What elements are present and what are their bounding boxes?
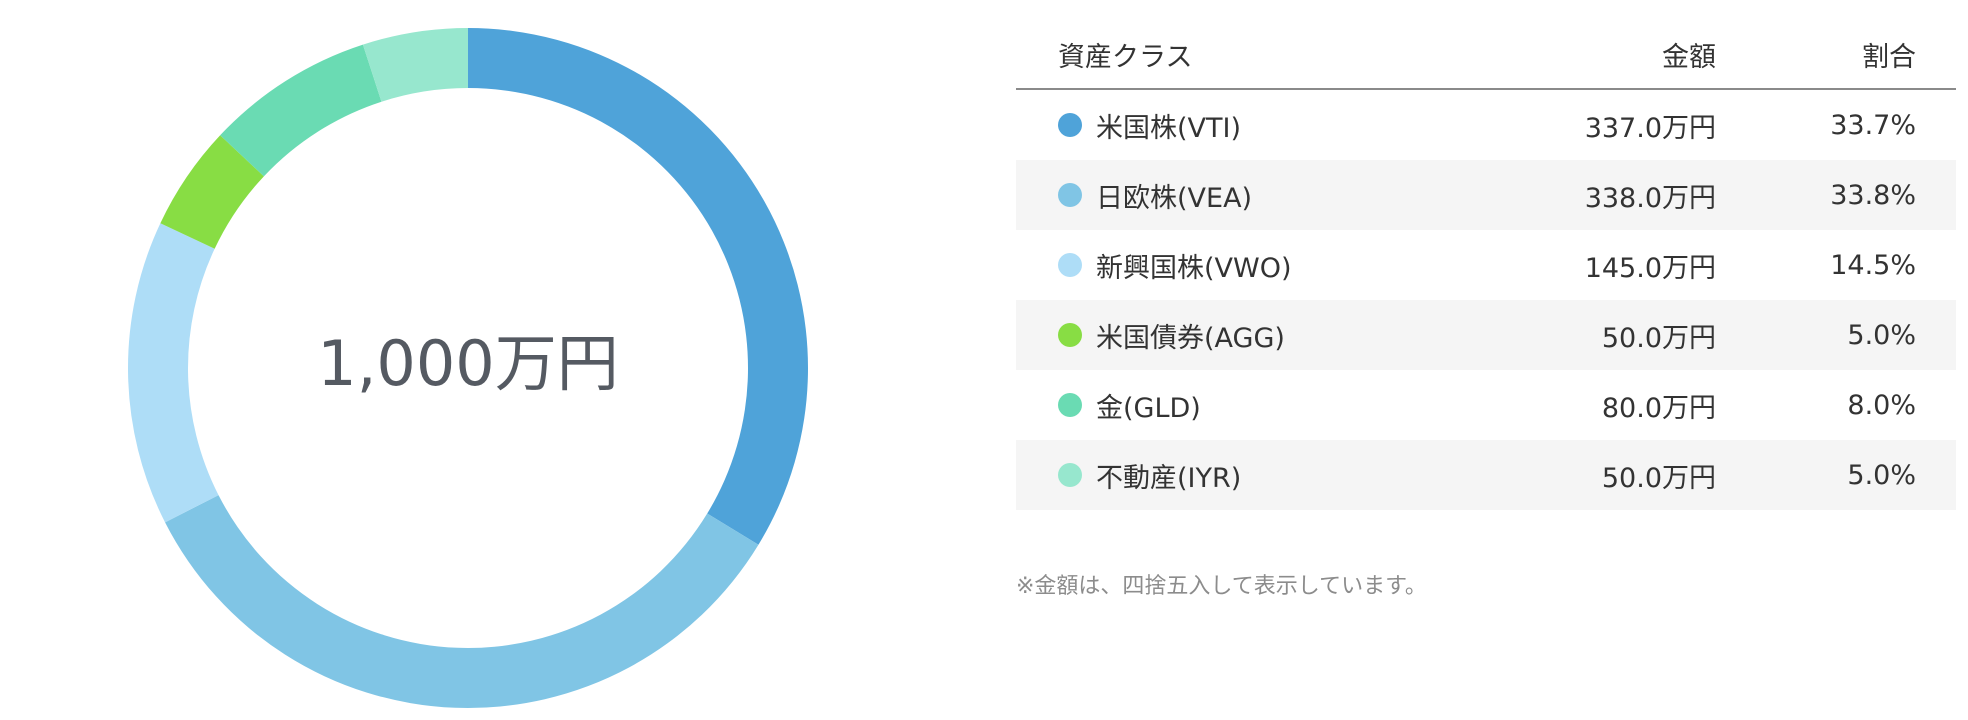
legend-dot-icon xyxy=(1058,393,1082,417)
table-row: 新興国株(VWO) 145.0万円 14.5% xyxy=(1016,230,1956,300)
asset-name: 金(GLD) xyxy=(1096,392,1201,424)
asset-ratio: 5.0% xyxy=(1716,440,1956,510)
total-amount-label: 1,000万円 xyxy=(317,327,619,400)
asset-amount: 50.0万円 xyxy=(1506,440,1716,510)
asset-amount: 145.0万円 xyxy=(1584,252,1716,284)
legend-dot-icon xyxy=(1058,183,1082,207)
header-ratio: 割合 xyxy=(1716,20,1956,90)
asset-name-cell: 新興国株(VWO) xyxy=(1016,230,1506,300)
asset-name: 日欧株(VEA) xyxy=(1096,182,1253,214)
asset-ratio: 5.0% xyxy=(1716,300,1956,370)
asset-amount: 50.0万円 xyxy=(1506,300,1716,370)
donut-slice xyxy=(362,28,468,102)
rounding-footnote: ※金額は、四捨五入して表示しています。 xyxy=(1016,574,1427,599)
legend-dot-icon xyxy=(1058,463,1082,487)
table-row: 米国債券(AGG) 50.0万円 5.0% xyxy=(1016,300,1956,370)
legend-dot-icon xyxy=(1058,253,1082,277)
table-row: 不動産(IYR) 50.0万円 5.0% xyxy=(1016,440,1956,510)
asset-ratio: 33.8% xyxy=(1716,160,1956,230)
asset-name: 新興国株(VWO) xyxy=(1096,252,1292,284)
header-asset-class: 資産クラス xyxy=(1016,20,1506,90)
asset-name: 米国債券(AGG) xyxy=(1096,322,1285,354)
header-amount: 金額 xyxy=(1506,20,1716,90)
donut-slice xyxy=(128,223,219,523)
legend-dot-icon xyxy=(1058,113,1082,137)
asset-name-cell: 金(GLD) xyxy=(1016,370,1506,440)
donut-slice xyxy=(468,28,809,545)
asset-name: 米国株(VTI) xyxy=(1096,112,1241,144)
asset-name: 不動産(IYR) xyxy=(1096,462,1242,494)
asset-ratio: 33.7% xyxy=(1830,109,1916,141)
asset-ratio: 8.0% xyxy=(1847,389,1916,421)
asset-amount: 338.0万円 xyxy=(1506,160,1716,230)
asset-name-cell: 米国債券(AGG) xyxy=(1016,300,1506,370)
table-row: 日欧株(VEA) 338.0万円 33.8% xyxy=(1016,160,1956,230)
asset-name-cell: 日欧株(VEA) xyxy=(1016,160,1506,230)
asset-ratio: 14.5% xyxy=(1830,249,1916,281)
allocation-table: 資産クラス 金額 割合 米国株(VTI) 337.0万円 33.7% 日欧株(V… xyxy=(1016,20,1956,510)
table-row: 金(GLD) 80.0万円 8.0% xyxy=(1016,370,1956,440)
donut-slice xyxy=(220,44,382,177)
table-header-row: 資産クラス 金額 割合 xyxy=(1016,20,1956,90)
allocation-table-container: 資産クラス 金額 割合 米国株(VTI) 337.0万円 33.7% 日欧株(V… xyxy=(1016,20,1956,510)
asset-amount: 337.0万円 xyxy=(1584,112,1716,144)
asset-name-cell: 不動産(IYR) xyxy=(1016,440,1506,510)
table-row: 米国株(VTI) 337.0万円 33.7% xyxy=(1016,89,1956,160)
asset-name-cell: 米国株(VTI) xyxy=(1016,89,1506,160)
donut-chart: 1,000万円 xyxy=(128,28,809,708)
legend-dot-icon xyxy=(1058,323,1082,347)
donut-slice xyxy=(165,495,759,708)
asset-amount: 80.0万円 xyxy=(1601,392,1716,424)
